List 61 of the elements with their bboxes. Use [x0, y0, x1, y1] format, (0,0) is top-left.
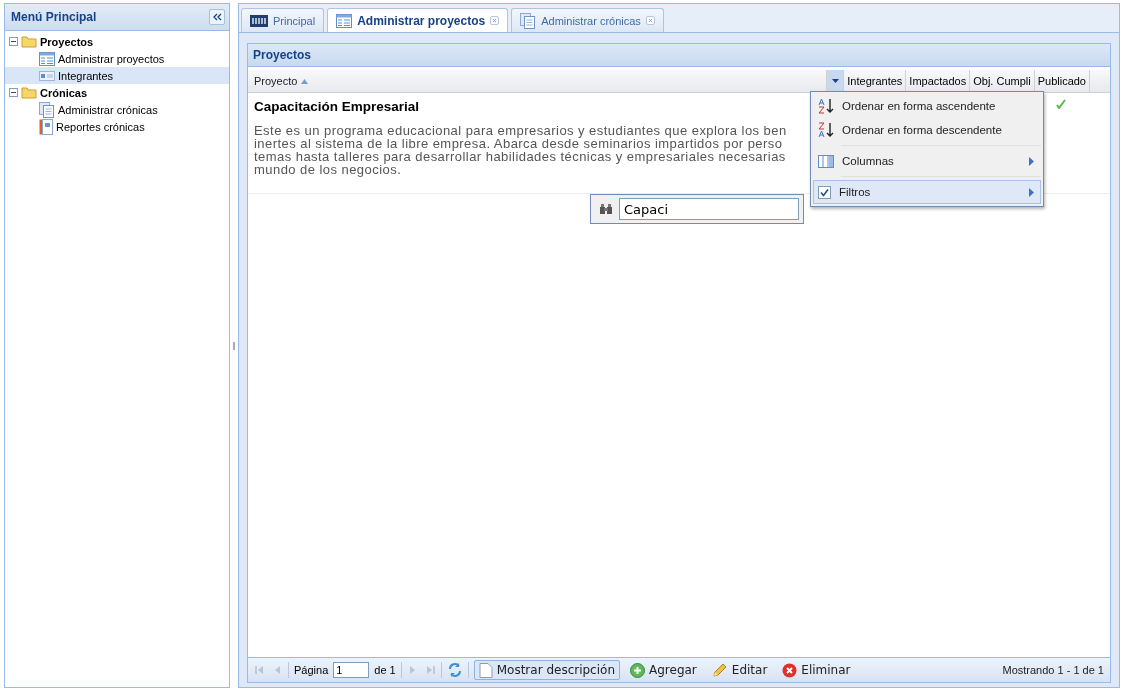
menu-item[interactable]: Ordenar en forma descendente — [813, 118, 1041, 142]
description-line: inertes al sistema de la libre empresa. Abarca desde seminarios impartidos por perso — [254, 137, 783, 150]
menu-item[interactable]: Filtros — [813, 180, 1041, 204]
description-line: mundo de los negocios. — [254, 163, 402, 176]
first-page-icon[interactable] — [254, 664, 266, 676]
tree-item[interactable]: Administrar crónicas — [5, 101, 229, 118]
sort-arrow-icon — [301, 78, 309, 84]
add-button[interactable]: Agregar — [625, 660, 702, 680]
sort-ascending-icon — [818, 98, 834, 114]
paging-status: Mostrando 1 - 1 de 1 — [1002, 664, 1104, 676]
document-icon — [478, 662, 493, 678]
collapse-icon[interactable] — [9, 88, 18, 97]
close-icon[interactable] — [490, 16, 500, 25]
tree-folder[interactable]: Crónicas — [5, 84, 229, 101]
tab[interactable]: Principal — [241, 8, 325, 32]
menu-item[interactable]: Ordenar en forma ascendente — [813, 94, 1041, 118]
add-icon — [630, 662, 645, 678]
table-icon — [336, 13, 353, 28]
tab[interactable]: Administrar crónicas — [511, 8, 664, 32]
page-field[interactable]: 1 — [333, 662, 370, 678]
binoculars-icon — [599, 203, 613, 215]
folder-icon — [21, 35, 37, 48]
documents-icon — [39, 101, 55, 118]
page-label: Página — [294, 664, 329, 676]
delete-icon — [782, 662, 798, 678]
panel-header: Proyectos — [248, 44, 1110, 67]
tab[interactable]: Administrar proyectos — [327, 8, 509, 32]
collapse-icon[interactable] — [9, 37, 18, 46]
card-icon — [39, 70, 55, 81]
documents-icon — [520, 12, 537, 29]
toggle-button[interactable]: Mostrar descripción — [473, 660, 620, 680]
column-menu-trigger[interactable] — [827, 70, 845, 92]
submenu-arrow-icon — [1029, 156, 1034, 166]
description-line: Este es un programa educacional para empresarios y estudiantes que explora los ben — [254, 124, 787, 137]
tree-item[interactable]: Integrantes — [5, 67, 229, 84]
caret-icon — [831, 79, 839, 83]
tree-folder[interactable]: Proyectos — [5, 33, 229, 50]
pencil-icon — [711, 662, 728, 678]
folder-icon — [21, 86, 37, 99]
close-icon[interactable] — [645, 16, 655, 25]
refresh-icon[interactable] — [446, 662, 463, 678]
page-count: de 1 — [374, 664, 396, 676]
logo-icon — [250, 14, 268, 27]
submenu-arrow-icon — [1029, 187, 1034, 197]
tree-item[interactable]: Administrar proyectos — [5, 50, 229, 67]
delete-button[interactable]: Eliminar — [777, 660, 856, 680]
table-icon — [39, 51, 55, 66]
description-line: temas hasta talleres para desarrollar habilidades técnicas y empresariales necesarias — [254, 150, 786, 163]
panel-title: Menú Principal — [11, 10, 97, 24]
report-icon — [39, 118, 53, 135]
columns-icon — [818, 154, 834, 168]
double-chevron-icon — [212, 13, 222, 21]
checkbox[interactable] — [818, 185, 831, 199]
splitter-handle[interactable] — [233, 341, 235, 350]
menu-item[interactable]: Columnas — [813, 149, 1041, 173]
project-title: Capacitación Empresarial — [254, 99, 420, 114]
edit-button[interactable]: Editar — [706, 660, 773, 680]
sort-descending-icon — [818, 122, 834, 138]
tree-item[interactable]: Reportes crónicas — [5, 118, 229, 135]
collapse-button[interactable] — [209, 9, 225, 25]
filter-field[interactable]: Capaci — [619, 198, 799, 220]
